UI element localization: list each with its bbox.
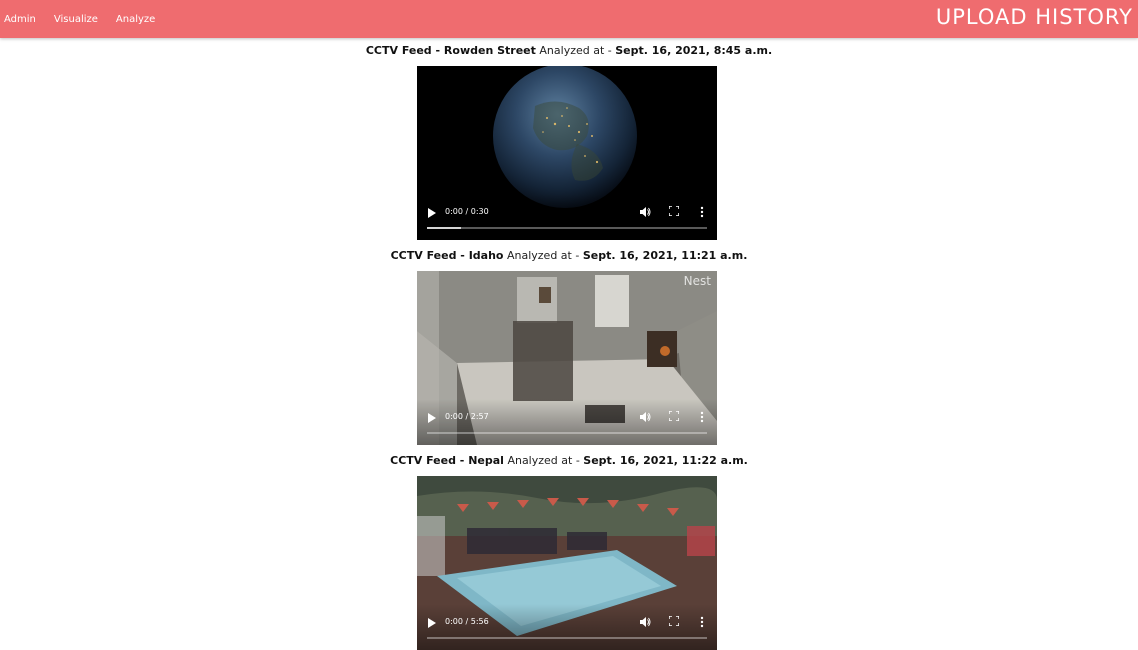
video-progress-bar[interactable] bbox=[427, 432, 707, 434]
feed-heading: CCTV Feed - Rowden Street Analyzed at - … bbox=[0, 44, 1138, 57]
nav-link-admin[interactable]: Admin bbox=[4, 14, 36, 25]
feed-prefix: CCTV Feed - bbox=[365, 44, 444, 57]
fullscreen-icon[interactable] bbox=[669, 206, 679, 216]
play-icon[interactable] bbox=[427, 412, 437, 424]
play-icon[interactable] bbox=[427, 207, 437, 219]
volume-icon[interactable] bbox=[639, 411, 651, 423]
nav-link-visualize[interactable]: Visualize bbox=[54, 14, 98, 25]
volume-icon[interactable] bbox=[639, 616, 651, 628]
video-buffered-fill bbox=[427, 227, 461, 229]
feed-location: Idaho bbox=[468, 249, 504, 262]
video-controls: 0:00 / 0:30 bbox=[417, 194, 717, 240]
top-navbar: Admin Visualize Analyze UPLOAD HISTORY bbox=[0, 0, 1138, 38]
feed-analyzed-label: Analyzed at - bbox=[503, 249, 583, 262]
feed-analyzed-label: Analyzed at - bbox=[503, 454, 584, 467]
video-player[interactable]: Nest 0:00 / 2:57 bbox=[417, 271, 717, 445]
video-player[interactable]: 0:00 / 0:30 bbox=[417, 66, 717, 240]
feed-prefix: CCTV Feed - bbox=[390, 454, 469, 467]
more-options-icon[interactable] bbox=[700, 206, 704, 218]
volume-icon[interactable] bbox=[639, 206, 651, 218]
video-progress-bar[interactable] bbox=[427, 637, 707, 639]
play-icon[interactable] bbox=[427, 617, 437, 629]
video-controls: 0:00 / 2:57 bbox=[417, 399, 717, 445]
video-controls: 0:00 / 5:56 bbox=[417, 604, 717, 650]
nav-links: Admin Visualize Analyze bbox=[4, 0, 173, 38]
nav-link-analyze[interactable]: Analyze bbox=[116, 14, 155, 25]
video-progress-bar[interactable] bbox=[427, 227, 707, 229]
more-options-icon[interactable] bbox=[700, 411, 704, 423]
feed-prefix: CCTV Feed - bbox=[390, 249, 469, 262]
video-player[interactable]: 0:00 / 5:56 bbox=[417, 476, 717, 650]
feed-heading: CCTV Feed - Idaho Analyzed at - Sept. 16… bbox=[0, 249, 1138, 262]
feed-analyzed-label: Analyzed at - bbox=[535, 44, 616, 57]
feed-location: Nepal bbox=[468, 454, 504, 467]
fullscreen-icon[interactable] bbox=[669, 616, 679, 626]
feed-heading: CCTV Feed - Nepal Analyzed at - Sept. 16… bbox=[0, 454, 1138, 467]
feed-timestamp: Sept. 16, 2021, 11:22 a.m. bbox=[583, 454, 748, 467]
video-time-display: 0:00 / 0:30 bbox=[445, 207, 489, 216]
more-options-icon[interactable] bbox=[700, 616, 704, 628]
feed-timestamp: Sept. 16, 2021, 8:45 a.m. bbox=[615, 44, 773, 57]
camera-watermark: Nest bbox=[683, 274, 711, 288]
page-brand-title: UPLOAD HISTORY bbox=[935, 5, 1133, 29]
feed-location: Rowden Street bbox=[443, 44, 536, 57]
fullscreen-icon[interactable] bbox=[669, 411, 679, 421]
feed-timestamp: Sept. 16, 2021, 11:21 a.m. bbox=[582, 249, 748, 262]
video-time-display: 0:00 / 2:57 bbox=[445, 412, 489, 421]
